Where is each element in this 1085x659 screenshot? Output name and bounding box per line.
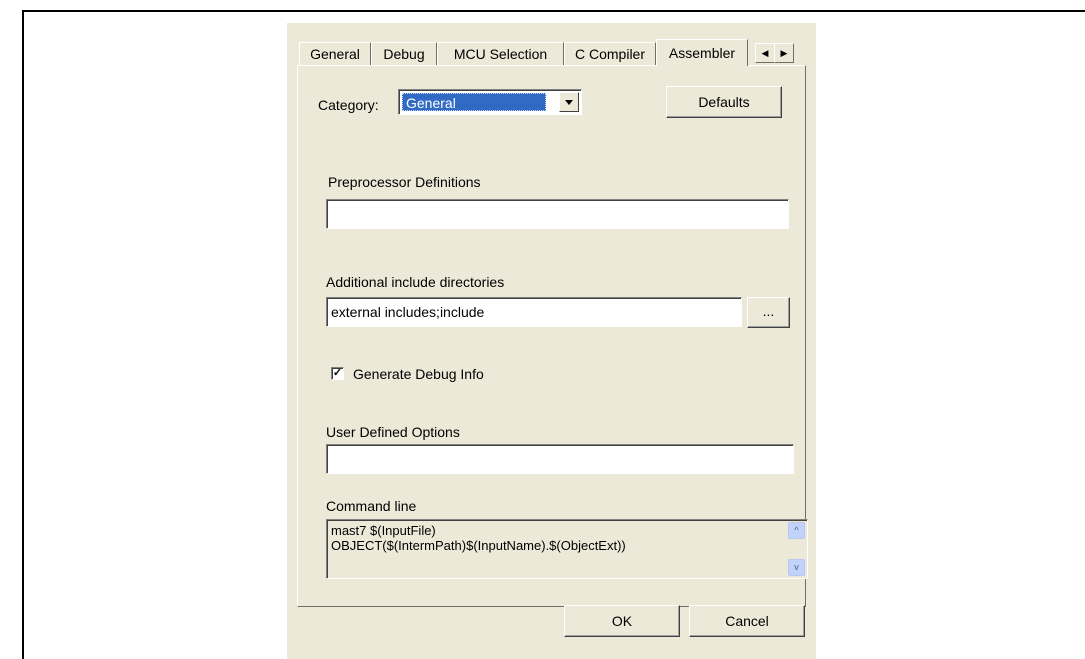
arrow-right-icon: ▶ (780, 48, 788, 58)
command-line-textarea[interactable]: mast7 $(InputFile) OBJECT($(IntermPath)$… (326, 519, 808, 579)
scroll-down-button[interactable]: v (788, 559, 805, 576)
browse-button[interactable]: ... (747, 297, 790, 328)
tab-c-compiler[interactable]: C Compiler (564, 42, 656, 65)
include-dirs-input[interactable]: external includes;include (326, 297, 742, 327)
tab-scroll-left-button[interactable]: ◀ (755, 43, 775, 63)
tab-mcu-selection[interactable]: MCU Selection (437, 42, 564, 65)
chevron-down-icon: v (794, 562, 799, 572)
generate-debug-info-checkbox[interactable]: ✓ (331, 367, 344, 380)
category-dropdown-button[interactable] (559, 92, 579, 112)
cancel-button[interactable]: Cancel (689, 605, 805, 637)
scroll-up-button[interactable]: ^ (788, 522, 805, 539)
command-line-label: Command line (326, 498, 417, 514)
command-line-scrollbar[interactable]: ^ v (788, 522, 805, 576)
preprocessor-input[interactable] (326, 199, 789, 229)
tab-general[interactable]: General (299, 42, 371, 65)
category-select[interactable]: General (398, 89, 582, 115)
checkmark-icon: ✓ (332, 367, 343, 379)
include-dirs-label: Additional include directories (326, 274, 505, 290)
defaults-button[interactable]: Defaults (666, 86, 782, 118)
generate-debug-info-label: Generate Debug Info (353, 366, 484, 382)
ok-button[interactable]: OK (564, 605, 680, 637)
arrow-left-icon: ◀ (761, 48, 769, 58)
command-line-line-1: mast7 $(InputFile) (331, 523, 436, 538)
command-line-line-2: OBJECT($(IntermPath)$(InputName).$(Objec… (331, 538, 626, 553)
tab-debug[interactable]: Debug (371, 42, 437, 65)
user-options-input[interactable] (326, 444, 794, 474)
preprocessor-label: Preprocessor Definitions (328, 174, 481, 190)
tab-scroll-right-button[interactable]: ▶ (774, 43, 794, 63)
tab-assembler[interactable]: Assembler (656, 39, 748, 66)
category-label: Category: (318, 97, 379, 113)
chevron-up-icon: ^ (794, 525, 799, 535)
chevron-down-icon (565, 100, 573, 105)
user-options-label: User Defined Options (326, 424, 460, 440)
category-value: General (402, 93, 546, 111)
